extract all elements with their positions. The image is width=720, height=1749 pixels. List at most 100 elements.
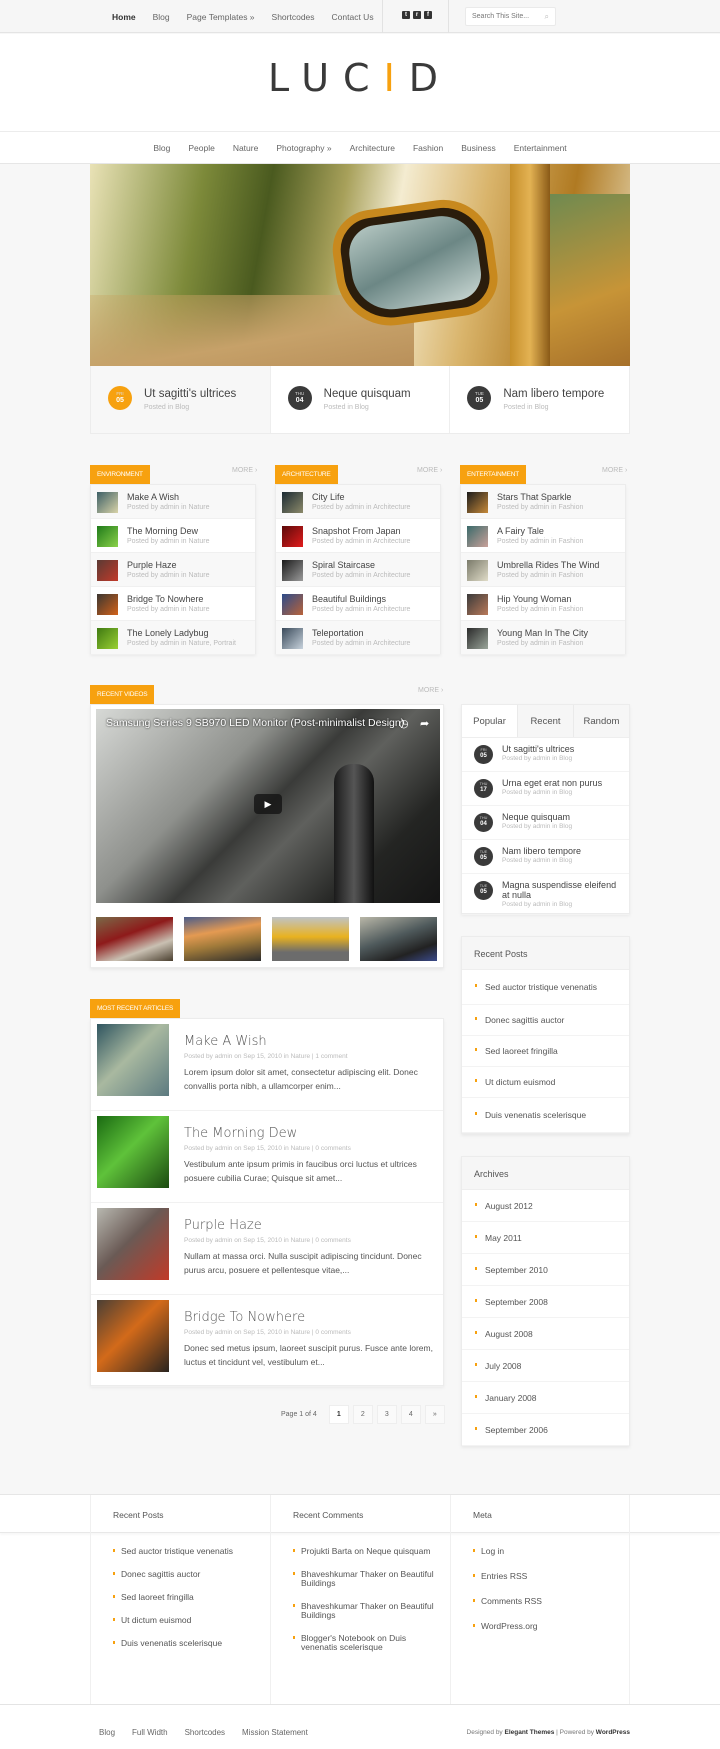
list-item[interactable]: Teleportation Posted by admin in Architec… xyxy=(276,621,440,655)
post-thumbnail[interactable] xyxy=(97,492,118,513)
post-thumbnail[interactable] xyxy=(282,628,303,649)
featured-title[interactable]: Ut sagitti's ultrices xyxy=(144,388,236,400)
link-item[interactable]: Sed auctor tristique venenatis xyxy=(462,970,629,1005)
link-item[interactable]: Duis venenatis scelerisque xyxy=(113,1639,263,1648)
list-item[interactable]: THU 17 Urna eget erat non purus Posted by a… xyxy=(462,772,629,806)
list-item[interactable]: Make A Wish Posted by admin in Nature xyxy=(91,485,255,519)
link-item[interactable]: Sed laoreet fringilla xyxy=(113,1593,263,1602)
cat-nav-blog[interactable]: Blog xyxy=(153,143,170,153)
cat-nav-architecture[interactable]: Architecture xyxy=(350,143,395,153)
top-nav-shortcodes[interactable]: Shortcodes xyxy=(272,12,315,22)
video-title[interactable]: Samsung Series 9 SB970 LED Monitor (Post… xyxy=(106,717,404,729)
section-label-environment[interactable]: Environment xyxy=(90,465,150,484)
link-item[interactable]: Donec sagittis auctor xyxy=(462,1005,629,1036)
post-thumbnail[interactable] xyxy=(282,560,303,581)
link-item[interactable]: Sed laoreet fringilla xyxy=(462,1036,629,1067)
twitter-icon[interactable]: t xyxy=(402,11,410,19)
article-thumbnail[interactable] xyxy=(97,1208,169,1280)
list-item[interactable]: A Fairy Tale Posted by admin in Fashion xyxy=(461,519,625,553)
post-thumbnail[interactable] xyxy=(467,560,488,581)
post-thumbnail[interactable] xyxy=(467,492,488,513)
footer-nav-shortcodes[interactable]: Shortcodes xyxy=(185,1728,225,1737)
cat-nav-photography[interactable]: Photography » xyxy=(276,143,331,153)
list-item[interactable]: Bridge To Nowhere Posted by admin in Natu… xyxy=(91,587,255,621)
more-link[interactable]: MORE › xyxy=(602,467,627,474)
list-item[interactable]: FRI 05 Ut sagitti's ultrices Posted by admi… xyxy=(462,738,629,772)
post-thumbnail[interactable] xyxy=(97,628,118,649)
link-item[interactable]: Comments RSS xyxy=(473,1597,623,1606)
post-title[interactable]: Young Man In The City xyxy=(497,628,588,638)
search-input[interactable]: Search This Site... ⌕ xyxy=(465,7,556,26)
post-title[interactable]: Spiral Staircase xyxy=(312,560,375,570)
more-link[interactable]: MORE › xyxy=(232,467,257,474)
page-2[interactable]: 2 xyxy=(352,1405,373,1424)
next-page[interactable]: » xyxy=(424,1405,445,1424)
article-title[interactable]: Bridge To Nowhere xyxy=(184,1310,305,1325)
top-nav-page-templates[interactable]: Page Templates » xyxy=(187,12,255,22)
featured-title[interactable]: Neque quisquam xyxy=(324,388,411,400)
link-item[interactable]: Bhaveshkumar Thaker on Beautiful Buildin… xyxy=(293,1570,443,1588)
top-nav-contact[interactable]: Contact Us xyxy=(332,12,374,22)
article-thumbnail[interactable] xyxy=(97,1024,169,1096)
link-item[interactable]: Projukti Barta on Neque quisquam xyxy=(293,1547,443,1556)
post-thumbnail[interactable] xyxy=(97,526,118,547)
article-thumbnail[interactable] xyxy=(97,1116,169,1188)
post-title[interactable]: Umbrella Rides The Wind xyxy=(497,560,599,570)
post-title[interactable]: Snapshot From Japan xyxy=(312,526,401,536)
post-thumbnail[interactable] xyxy=(467,594,488,615)
designer-link[interactable]: Elegant Themes xyxy=(505,1729,555,1736)
post-thumbnail[interactable] xyxy=(97,594,118,615)
watch-later-icon[interactable]: ◷ xyxy=(399,717,409,730)
tab-popular[interactable]: Popular xyxy=(462,705,517,737)
post-title[interactable]: The Lonely Ladybug xyxy=(127,628,209,638)
list-item[interactable]: Young Man In The City Posted by admin in … xyxy=(461,621,625,655)
link-item[interactable]: August 2012 xyxy=(462,1190,629,1222)
link-item[interactable]: September 2010 xyxy=(462,1254,629,1286)
link-item[interactable]: Entries RSS xyxy=(473,1572,623,1581)
video-thumb[interactable] xyxy=(272,917,349,961)
featured-title[interactable]: Nam libero tempore xyxy=(503,388,604,400)
link-item[interactable]: September 2008 xyxy=(462,1286,629,1318)
top-nav-blog[interactable]: Blog xyxy=(153,12,170,22)
page-3[interactable]: 3 xyxy=(376,1405,397,1424)
list-item[interactable]: The Lonely Ladybug Posted by admin in Nat… xyxy=(91,621,255,655)
post-thumbnail[interactable] xyxy=(97,560,118,581)
tab-recent[interactable]: Recent xyxy=(517,705,573,737)
post-thumbnail[interactable] xyxy=(467,526,488,547)
cat-nav-people[interactable]: People xyxy=(188,143,214,153)
share-icon[interactable]: ➦ xyxy=(420,717,429,730)
list-item[interactable]: THU 04 Neque quisquam Posted by admin in Bl… xyxy=(462,806,629,840)
cat-nav-nature[interactable]: Nature xyxy=(233,143,259,153)
magnifier-icon[interactable]: ⌕ xyxy=(545,12,549,22)
post-title[interactable]: Beautiful Buildings xyxy=(312,594,386,604)
post-thumbnail[interactable] xyxy=(282,526,303,547)
link-item[interactable]: Sed auctor tristique venenatis xyxy=(113,1547,263,1556)
video-player[interactable]: Samsung Series 9 SB970 LED Monitor (Post… xyxy=(96,709,440,903)
cat-nav-fashion[interactable]: Fashion xyxy=(413,143,443,153)
post-thumbnail[interactable] xyxy=(282,492,303,513)
link-item[interactable]: July 2008 xyxy=(462,1350,629,1382)
post-title[interactable]: Purple Haze xyxy=(127,560,177,570)
list-item[interactable]: Purple Haze Posted by admin in Nature xyxy=(91,553,255,587)
list-item[interactable]: The Morning Dew Posted by admin in Nature xyxy=(91,519,255,553)
tab-random[interactable]: Random xyxy=(573,705,629,737)
video-thumb[interactable] xyxy=(360,917,437,961)
hero-slider-image[interactable] xyxy=(90,164,630,366)
post-title[interactable]: Stars That Sparkle xyxy=(497,492,571,502)
link-item[interactable]: WordPress.org xyxy=(473,1622,623,1631)
site-logo[interactable]: LUCID xyxy=(0,56,720,100)
featured-item[interactable]: THU 04 Neque quisquam Posted in Blog xyxy=(271,366,451,433)
link-item[interactable]: Blogger's Notebook on Duis venenatis sce… xyxy=(293,1634,443,1652)
link-item[interactable]: Log in xyxy=(473,1547,623,1556)
video-thumb[interactable] xyxy=(184,917,261,961)
link-item[interactable]: September 2006 xyxy=(462,1414,629,1446)
list-item[interactable]: Hip Young Woman Posted by admin in Fashio… xyxy=(461,587,625,621)
article-title[interactable]: Make A Wish xyxy=(184,1034,267,1049)
link-item[interactable]: Duis venenatis scelerisque xyxy=(462,1098,629,1133)
list-item[interactable]: TUE 05 Nam libero tempore Posted by admin i… xyxy=(462,840,629,874)
post-title[interactable]: Teleportation xyxy=(312,628,364,638)
list-item[interactable]: Snapshot From Japan Posted by admin in Ar… xyxy=(276,519,440,553)
post-title[interactable]: City Life xyxy=(312,492,345,502)
list-item[interactable]: City Life Posted by admin in Architecture xyxy=(276,485,440,519)
link-item[interactable]: Ut dictum euismod xyxy=(113,1616,263,1625)
